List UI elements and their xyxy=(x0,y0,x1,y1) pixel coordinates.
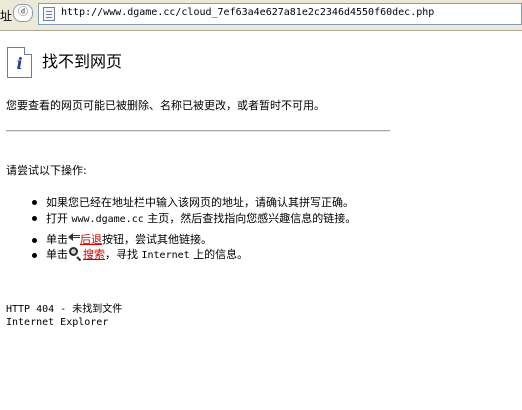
item-suffix: 按钮，尝试其他链接。 xyxy=(102,233,212,246)
bullet xyxy=(32,216,37,221)
divider xyxy=(6,130,390,132)
item-prefix: 打开 xyxy=(46,212,68,225)
bullet xyxy=(32,238,37,243)
bullet xyxy=(32,253,37,258)
info-icon: i xyxy=(7,47,32,78)
url-text[interactable]: http://www.dgame.cc/cloud_7ef63a4e627a81… xyxy=(61,7,434,18)
search-icon[interactable] xyxy=(68,246,83,261)
suggestion-item-back: 单击 后退按钮，尝试其他链接。 xyxy=(46,231,212,247)
page-icon xyxy=(43,7,55,21)
search-link[interactable]: 搜索 xyxy=(83,248,105,261)
item-mid: ，寻找 xyxy=(105,248,138,261)
page-title: 找不到网页 xyxy=(42,52,123,71)
suggestion-item-spelling: 如果您已经在地址栏中输入该网页的地址，请确认其拼写正确。 xyxy=(46,196,354,209)
address-dropdown-icon[interactable]: ⓓ xyxy=(13,4,33,22)
address-label: 址 xyxy=(0,9,13,23)
bullet xyxy=(32,200,37,205)
back-arrow-icon[interactable] xyxy=(68,232,80,244)
suggestion-item-search: 单击 搜索，寻找 Internet 上的信息。 xyxy=(46,246,248,262)
info-glyph: i xyxy=(16,54,23,73)
url-input[interactable]: http://www.dgame.cc/cloud_7ef63a4e627a81… xyxy=(38,3,522,25)
item-prefix: 单击 xyxy=(46,233,68,246)
back-link[interactable]: 后退 xyxy=(80,233,102,246)
address-bar: 址 ⓓ http://www.dgame.cc/cloud_7ef63a4e62… xyxy=(0,0,522,31)
item-prefix: 单击 xyxy=(46,248,68,261)
homepage-link[interactable]: www.dgame.cc xyxy=(72,214,144,225)
error-code: HTTP 404 - 未找到文件 xyxy=(6,304,123,315)
suggestion-item-homepage: 打开 www.dgame.cc 主页，然后查找指向您感兴趣信息的链接。 xyxy=(46,210,356,226)
try-label: 请尝试以下操作: xyxy=(6,164,87,177)
item-suffix: 上的信息。 xyxy=(193,248,249,261)
internet-word: Internet xyxy=(141,250,190,261)
error-description: 您要查看的网页可能已被删除、名称已被更改，或者暂时不可用。 xyxy=(6,99,325,112)
browser-name: Internet Explorer xyxy=(6,317,109,328)
item-suffix: 主页，然后查找指向您感兴趣信息的链接。 xyxy=(147,212,357,225)
